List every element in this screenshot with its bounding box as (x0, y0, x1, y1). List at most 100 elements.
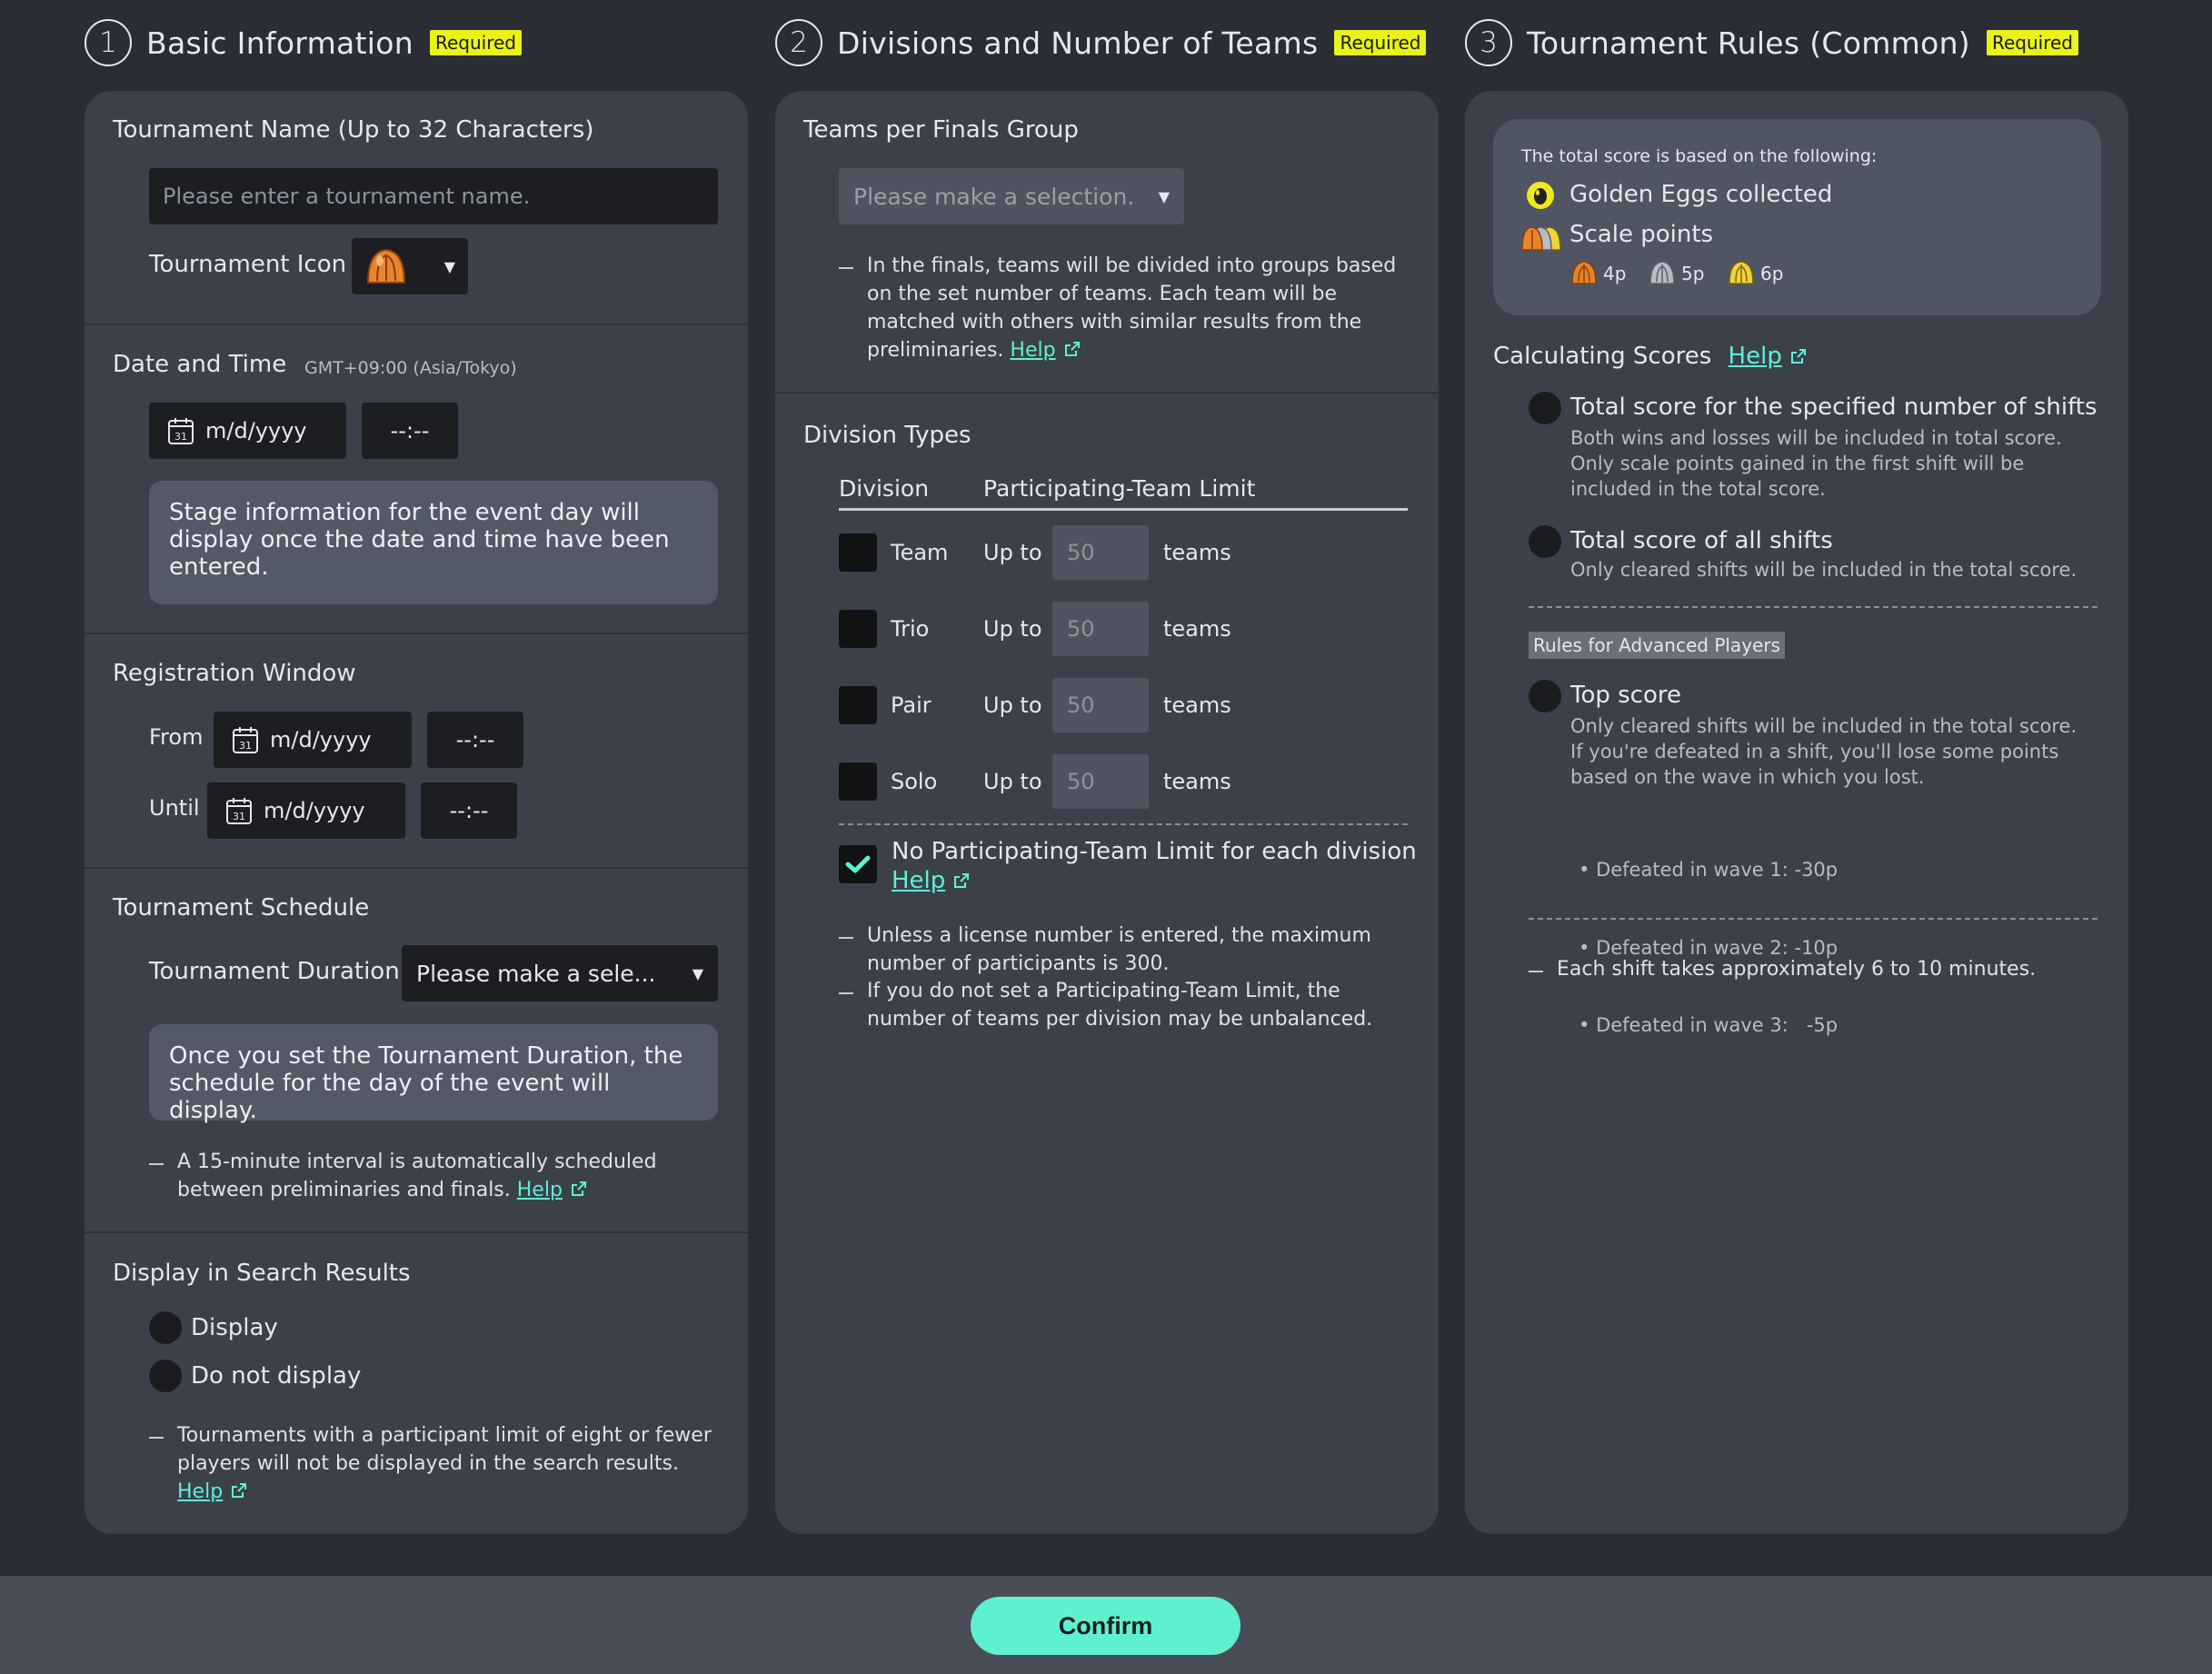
division-name: Pair (891, 693, 932, 718)
teams-per-finals-select[interactable]: Please make a selection. ▼ (839, 168, 1184, 224)
wave-penalty: Defeated in wave 1: -30p (1596, 859, 1838, 881)
external-link-icon (571, 1181, 586, 1196)
help-link[interactable]: Help (517, 1179, 563, 1201)
up-to-text: Up to (983, 693, 1042, 718)
section-title: Basic Information (146, 25, 414, 61)
teams-unit: teams (1163, 616, 1231, 642)
desc-line: Only scale points gained in the first sh… (1570, 453, 2025, 500)
tournament-icon-label: Tournament Icon (149, 251, 347, 278)
help-link[interactable]: Help (177, 1480, 223, 1503)
calendar-icon: 31 (226, 798, 252, 824)
chevron-down-icon: ▼ (443, 257, 455, 275)
desc-line: Only cleared shifts will be included in … (1570, 715, 2077, 737)
external-link-icon (232, 1483, 247, 1498)
teams-unit: teams (1163, 769, 1231, 794)
division-types-label: Division Types (803, 422, 971, 449)
division-checkbox[interactable] (839, 610, 877, 648)
timezone-text: GMT+09:00 (Asia/Tokyo) (304, 358, 517, 378)
radio-button[interactable] (149, 1311, 182, 1344)
dashed-divider (1529, 918, 2097, 920)
wave-penalty-list: • Defeated in wave 1: -30p • Defeated in… (1579, 805, 1838, 1091)
radio-button-all-shifts[interactable] (1529, 525, 1561, 558)
event-date-input[interactable]: 31 m/d/yyyy (149, 403, 346, 459)
tournament-duration-select[interactable]: Please make a sele... ▼ (402, 945, 718, 1001)
golden-eggs-label: Golden Eggs collected (1569, 181, 1833, 208)
date-time-label: Date and Time (113, 351, 287, 378)
section-title: Divisions and Number of Teams (837, 25, 1319, 61)
divider (775, 392, 1439, 394)
wave-penalty: Defeated in wave 3: -5p (1596, 1014, 1838, 1036)
license-note: Unless a license number is entered, the … (867, 924, 1371, 975)
desc-line: If you're defeated in a shift, you'll lo… (1570, 741, 2059, 788)
registration-from-time-input[interactable]: --:-- (427, 712, 523, 768)
division-row-team: Team Up to 50 teams (839, 523, 1408, 582)
no-limit-checkbox[interactable] (839, 845, 877, 883)
do-not-display-option-label: Do not display (191, 1362, 362, 1390)
schedule-info-box: Once you set the Tournament Duration, th… (149, 1024, 718, 1124)
division-column-header: Division (839, 475, 930, 502)
svg-text:31: 31 (174, 431, 187, 443)
interval-note: A 15-minute interval is automatically sc… (177, 1148, 686, 1204)
chevron-down-icon: ▼ (1158, 187, 1170, 205)
up-to-text: Up to (983, 616, 1042, 642)
chevron-down-icon: ▼ (692, 964, 703, 982)
silver-points: 5p (1681, 263, 1705, 284)
team-limit-input[interactable]: 50 (1052, 525, 1149, 580)
registration-until-time-input[interactable]: --:-- (421, 782, 517, 839)
division-name: Trio (891, 616, 930, 642)
score-intro: The total score is based on the followin… (1521, 146, 1878, 166)
dashed-divider (839, 823, 1408, 825)
display-radio[interactable]: Display (149, 1311, 278, 1344)
division-checkbox[interactable] (839, 762, 877, 801)
trio-limit-input[interactable]: 50 (1052, 602, 1149, 656)
finals-note-text: In the finals, teams will be divided int… (867, 254, 1397, 362)
dashed-divider (1529, 606, 2097, 608)
registration-until-date-input[interactable]: 31 m/d/yyyy (207, 782, 405, 839)
radio-button-top-score[interactable] (1529, 680, 1561, 712)
tournament-duration-label: Tournament Duration (149, 958, 400, 985)
golden-egg-icon (1527, 182, 1554, 209)
option-all-shifts-desc: Only cleared shifts will be included in … (1570, 559, 2077, 581)
display-option-label: Display (191, 1314, 278, 1341)
checkmark-icon (845, 855, 871, 873)
pair-limit-input[interactable]: 50 (1052, 678, 1149, 732)
section-header-divisions: 2 Divisions and Number of Teams Required (775, 16, 1427, 69)
calendar-icon: 31 (168, 418, 194, 444)
tournament-name-placeholder: Please enter a tournament name. (163, 184, 531, 209)
event-time-input[interactable]: --:-- (362, 403, 458, 459)
do-not-display-radio[interactable]: Do not display (149, 1360, 361, 1392)
basic-info-panel: Tournament Name (Up to 32 Characters) Pl… (85, 91, 748, 1534)
option-all-shifts-title: Total score of all shifts (1570, 527, 1833, 554)
tournament-name-input[interactable]: Please enter a tournament name. (149, 168, 718, 224)
up-to-text: Up to (983, 769, 1042, 794)
note-dash (1529, 971, 1543, 972)
radio-button-total-specified[interactable] (1529, 392, 1561, 424)
svg-text:31: 31 (239, 740, 252, 752)
division-checkbox[interactable] (839, 686, 877, 724)
help-link[interactable]: Help (892, 867, 945, 894)
confirm-button[interactable]: Confirm (971, 1597, 1241, 1655)
radio-button[interactable] (149, 1360, 182, 1392)
from-label: From (149, 724, 204, 750)
section-header-basic: 1 Basic Information Required (85, 16, 522, 69)
solo-limit-input[interactable]: 50 (1052, 754, 1149, 809)
section-number: 3 (1465, 19, 1512, 66)
help-link[interactable]: Help (1010, 339, 1055, 362)
divider (85, 633, 748, 634)
rules-panel: The total score is based on the followin… (1465, 91, 2128, 1534)
desc-line: Both wins and losses will be included in… (1570, 427, 2062, 449)
division-name: Team (891, 540, 949, 565)
option-specified-shifts-desc: Both wins and losses will be included in… (1570, 425, 2097, 502)
divider (85, 324, 748, 325)
tournament-icon-select[interactable]: ▼ (352, 238, 468, 294)
date-info-box: Stage information for the event day will… (149, 481, 718, 604)
time-value: --:-- (390, 418, 430, 443)
teams-unit: teams (1163, 540, 1231, 565)
list-item: • Defeated in wave 3: -5p (1579, 1014, 1838, 1036)
display-note: Tournaments with a participant limit of … (177, 1421, 722, 1506)
division-checkbox[interactable] (839, 533, 877, 572)
registration-from-date-input[interactable]: 31 m/d/yyyy (214, 712, 412, 768)
help-link[interactable]: Help (1729, 343, 1782, 370)
scale-stack-icon (1521, 226, 1561, 251)
scale-points-label: Scale points (1569, 221, 1714, 248)
